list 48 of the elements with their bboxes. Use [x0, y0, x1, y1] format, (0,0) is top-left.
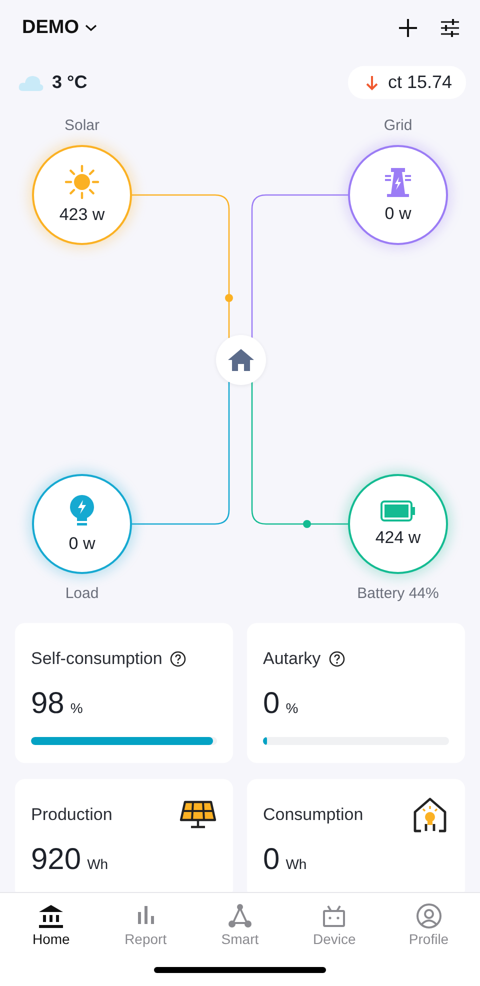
energy-node[interactable]: 424 w: [348, 474, 448, 574]
bank-icon: [38, 903, 64, 929]
sun-icon: [65, 165, 99, 199]
node-label: Load: [64, 584, 100, 604]
card-title: Autarky: [263, 649, 321, 669]
unit-text: Wh: [87, 856, 108, 872]
house-lightbulb-icon: [411, 797, 449, 833]
ratio-value: 98: [31, 687, 64, 721]
solar-panel-icon: [179, 800, 217, 830]
node-label: Grid: [382, 116, 414, 136]
energy-node[interactable]: 423 w: [32, 145, 132, 245]
price-text: ct 15.74: [388, 72, 452, 93]
node-label: Battery 44%: [356, 584, 440, 604]
power-tower-icon: [383, 166, 413, 198]
card-title: Consumption: [263, 805, 364, 825]
temperature-text: 3 °C: [52, 72, 88, 93]
power-value: 0 w: [384, 204, 412, 224]
nav-tab[interactable]: Home: [11, 903, 92, 947]
help-icon[interactable]: [170, 651, 186, 667]
power-value: 0 w: [68, 534, 96, 554]
node-label: Solar: [63, 116, 101, 136]
settings-sliders-icon[interactable]: [440, 18, 460, 36]
cloud-icon: [18, 74, 44, 92]
robot-icon: [321, 903, 348, 929]
unit-text: Wh: [286, 856, 307, 872]
help-icon[interactable]: [328, 651, 345, 667]
flow-dot: [303, 520, 311, 528]
house-icon: [227, 348, 255, 372]
house-hub[interactable]: [216, 335, 266, 385]
energy-node[interactable]: 0 w: [348, 145, 448, 245]
energy-value: 0: [263, 843, 280, 877]
add-icon[interactable]: [398, 18, 418, 38]
energy-value: 920: [31, 843, 82, 877]
flow-dot: [225, 294, 233, 302]
power-value: 424 w: [375, 528, 421, 548]
unit-text: %: [286, 700, 298, 716]
user-circle-icon: [416, 903, 442, 929]
power-value: 423 w: [59, 205, 105, 225]
network-nodes-icon: [226, 903, 253, 929]
unit-text: %: [70, 700, 83, 716]
site-selector[interactable]: DEMO: [22, 16, 97, 38]
lightbulb-icon: [68, 494, 96, 528]
chevron-down-icon: [85, 24, 97, 32]
card-title: Self-consumption: [31, 649, 162, 669]
energy-node[interactable]: 0 w: [32, 474, 132, 574]
battery-icon: [380, 500, 416, 522]
ratio-value: 0: [263, 687, 280, 721]
card-title: Production: [31, 805, 112, 825]
